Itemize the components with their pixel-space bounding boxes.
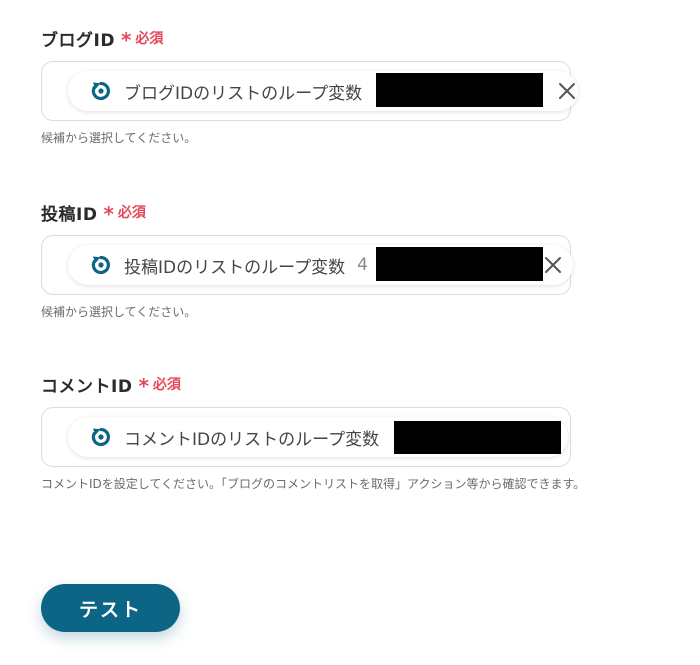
field-hint: 候補から選択してください。 — [41, 131, 197, 145]
form-page: ブログID * 必須 ブログIDのリストのループ変数 候補から選択してください。… — [0, 0, 700, 665]
required-badge: 必須 — [117, 205, 146, 221]
redacted-value — [376, 73, 543, 107]
blog-id-input[interactable]: ブログIDのリストのループ変数 — [41, 61, 578, 121]
required-asterisk: * — [103, 202, 114, 226]
field-label: コメントID — [41, 376, 133, 397]
variable-chip-suffix: 4 — [357, 255, 368, 275]
redacted-value — [376, 247, 543, 281]
variable-chip-label: ブログIDのリストのループ変数 — [124, 83, 363, 104]
field-post-id: 投稿ID * 必須 投稿IDのリストのループ変数 4 候補から選択してください。 — [41, 201, 681, 319]
loop-variable-icon — [90, 80, 112, 102]
comment-id-input[interactable]: コメントIDのリストのループ変数 — [41, 407, 571, 467]
field-label: ブログID — [41, 30, 115, 51]
post-id-input[interactable]: 投稿IDのリストのループ変数 4 — [41, 235, 573, 295]
required-badge: 必須 — [135, 31, 164, 47]
close-icon[interactable] — [555, 79, 579, 103]
field-hint: コメントIDを設定してください。「ブログのコメントリストを取得」アクション等から… — [41, 477, 586, 491]
test-button[interactable]: テスト — [41, 584, 180, 632]
required-badge: 必須 — [152, 377, 181, 393]
field-label-row: コメントID * 必須 — [41, 373, 681, 398]
field-label-row: ブログID * 必須 — [41, 27, 681, 52]
field-label-row: 投稿ID * 必須 — [41, 201, 681, 226]
variable-chip-label: 投稿IDのリストのループ変数 — [124, 257, 346, 278]
variable-chip-label: コメントIDのリストのループ変数 — [124, 429, 380, 450]
field-hint: 候補から選択してください。 — [41, 305, 197, 319]
field-blog-id: ブログID * 必須 ブログIDのリストのループ変数 候補から選択してください。 — [41, 27, 681, 145]
field-label: 投稿ID — [41, 204, 98, 225]
loop-variable-icon — [90, 426, 112, 448]
field-comment-id: コメントID * 必須 コメントIDのリストのループ変数 コメントIDを設定して… — [41, 373, 681, 491]
required-asterisk: * — [138, 374, 149, 398]
redacted-value — [394, 421, 561, 454]
required-asterisk: * — [120, 28, 132, 52]
loop-variable-icon — [90, 254, 112, 276]
close-icon[interactable] — [541, 253, 565, 277]
